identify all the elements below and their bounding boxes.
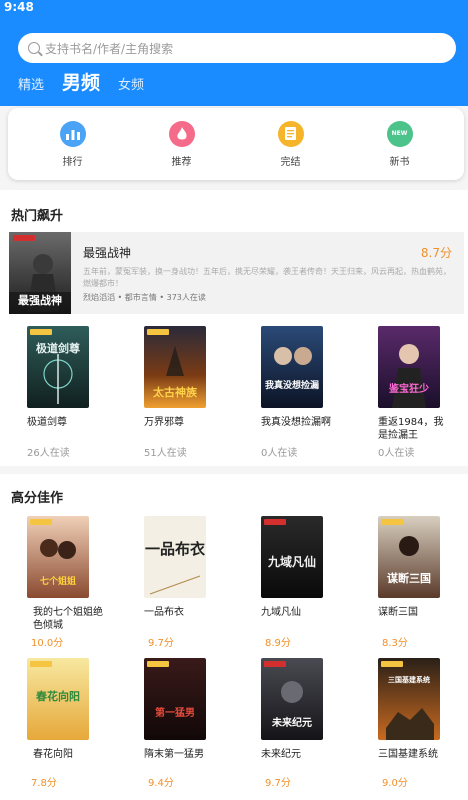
status-time: 9:48: [4, 0, 34, 14]
book-readers: 51人在读: [144, 448, 187, 459]
book-title: 三国基建系统: [378, 749, 438, 760]
book-cover: 七个姐姐: [27, 516, 89, 598]
tab-featured[interactable]: 精选: [18, 76, 44, 96]
book-readers: 26人在读: [27, 448, 70, 459]
completed-icon: [277, 120, 304, 147]
section-title-hot: 热门飙升: [11, 209, 64, 224]
tab-male[interactable]: 男频: [62, 70, 100, 96]
book-cover: 极道剑尊: [27, 326, 89, 408]
book-cover: 九域凡仙: [261, 516, 323, 598]
category-tabs: 精选 男频 女频: [18, 70, 162, 96]
book-title: 九域凡仙: [261, 607, 301, 618]
hot-book[interactable]: 鉴宝狂少 重返1984，我是捡漏王 0人在读: [360, 326, 455, 459]
section-title-top: 高分佳作: [11, 491, 64, 506]
top-book[interactable]: 三国基建系统 三国基建系统 9.0分: [360, 658, 455, 789]
book-score: 9.0分: [382, 778, 408, 789]
book-score: 9.4分: [148, 778, 174, 789]
top-book[interactable]: 第一猛男 隋末第一猛男 9.4分: [126, 658, 221, 789]
cover-text: 第一猛男: [155, 706, 195, 719]
book-score: 9.7分: [148, 638, 174, 649]
cover-text: 未来纪元: [271, 716, 312, 729]
cover-text: 一品布衣: [145, 540, 205, 558]
book-title: 谋断三国: [378, 607, 418, 618]
book-title: 春花向阳: [33, 749, 73, 760]
quick-entry-card: 排行 推荐 完结 NEW 新书: [8, 108, 464, 180]
featured-cover-text: 最强战神: [18, 293, 62, 307]
cover-text: 我真没想捡漏: [265, 379, 319, 391]
book-title: 我的七个姐姐绝色倾城: [33, 607, 103, 631]
tab-female[interactable]: 女频: [118, 76, 144, 96]
book-readers: 0人在读: [261, 448, 298, 459]
book-cover: 鉴宝狂少: [378, 326, 440, 408]
quick-recommend[interactable]: 推荐: [147, 120, 217, 168]
cover-text: 三国基建系统: [388, 675, 430, 684]
book-cover: 我真没想捡漏: [261, 326, 323, 408]
book-score: 8.3分: [382, 638, 408, 649]
featured-meta: 烈焰滔滔 • 都市言情 • 373人在读: [83, 293, 206, 302]
featured-cover: 最强战神: [9, 232, 71, 314]
search-placeholder: 支持书名/作者/主角搜索: [45, 41, 174, 56]
top-book[interactable]: 未来纪元 未来纪元 9.7分: [243, 658, 338, 789]
header: 9:48 支持书名/作者/主角搜索 精选 男频 女频: [0, 0, 468, 106]
search-icon: [28, 42, 40, 54]
top-book[interactable]: 春花向阳 春花向阳 7.8分: [9, 658, 104, 789]
book-score: 10.0分: [31, 638, 64, 649]
top-book[interactable]: 七个姐姐 我的七个姐姐绝色倾城 10.0分: [9, 516, 104, 649]
quick-ranking-label: 排行: [62, 156, 83, 168]
quick-completed-label: 完结: [280, 156, 301, 168]
quick-new-label: 新书: [389, 156, 410, 168]
cover-text: 鉴宝狂少: [388, 382, 429, 395]
book-title: 极道剑尊: [27, 417, 67, 428]
hot-book[interactable]: 极道剑尊 极道剑尊 26人在读: [9, 326, 104, 459]
featured-desc: 五年前，蒙冤军装，换一身战功！五年后，携无尽荣耀，袭王者传奇！天王归来，风云再起…: [83, 267, 451, 288]
book-title: 重返1984，我是捡漏王: [378, 417, 444, 441]
new-badge: NEW: [391, 130, 408, 137]
hot-book[interactable]: 太古神族 万界邪尊 51人在读: [126, 326, 221, 459]
quick-ranking[interactable]: 排行: [38, 120, 108, 168]
book-title: 未来纪元: [261, 749, 301, 760]
book-cover: 未来纪元: [261, 658, 323, 740]
book-title: 万界邪尊: [144, 417, 184, 428]
book-readers: 0人在读: [378, 448, 415, 459]
cover-text: 太古神族: [152, 385, 198, 399]
cover-text: 九域凡仙: [267, 554, 316, 569]
quick-new[interactable]: NEW 新书: [365, 120, 435, 168]
new-book-icon: NEW: [386, 120, 413, 147]
book-cover: 第一猛男: [144, 658, 206, 740]
cover-text: 谋断三国: [387, 571, 431, 585]
book-cover: 三国基建系统: [378, 658, 440, 740]
search-bar[interactable]: 支持书名/作者/主角搜索: [18, 33, 456, 63]
book-score: 9.7分: [265, 778, 291, 789]
cover-text: 春花向阳: [36, 689, 80, 703]
book-cover: 谋断三国: [378, 516, 440, 598]
top-book[interactable]: 一品布衣 一品布衣 9.7分: [126, 516, 221, 649]
ranking-icon: [59, 120, 86, 147]
book-cover: 太古神族: [144, 326, 206, 408]
hot-book[interactable]: 我真没想捡漏 我真没想捡漏啊 0人在读: [243, 326, 338, 459]
book-cover: 春花向阳: [27, 658, 89, 740]
cover-text: 极道剑尊: [36, 341, 80, 355]
book-title: 我真没想捡漏啊: [261, 417, 331, 428]
book-cover: 一品布衣: [144, 516, 206, 598]
featured-title: 最强战神: [83, 246, 132, 260]
cover-text: 七个姐姐: [40, 575, 76, 587]
featured-score: 8.7分: [420, 246, 452, 260]
top-book[interactable]: 谋断三国 谋断三国 8.3分: [360, 516, 455, 649]
recommend-icon: [168, 120, 195, 147]
book-score: 8.9分: [265, 638, 291, 649]
book-title: 隋末第一猛男: [144, 749, 204, 760]
quick-recommend-label: 推荐: [171, 156, 192, 168]
quick-completed[interactable]: 完结: [256, 120, 326, 168]
featured-book[interactable]: 最强战神 最强战神 8.7分 五年前，蒙冤军装，换一身战功！五年后，携无尽荣耀，…: [9, 232, 464, 314]
book-title: 一品布衣: [144, 607, 184, 618]
book-score: 7.8分: [31, 778, 57, 789]
top-book[interactable]: 九域凡仙 九域凡仙 8.9分: [243, 516, 338, 649]
